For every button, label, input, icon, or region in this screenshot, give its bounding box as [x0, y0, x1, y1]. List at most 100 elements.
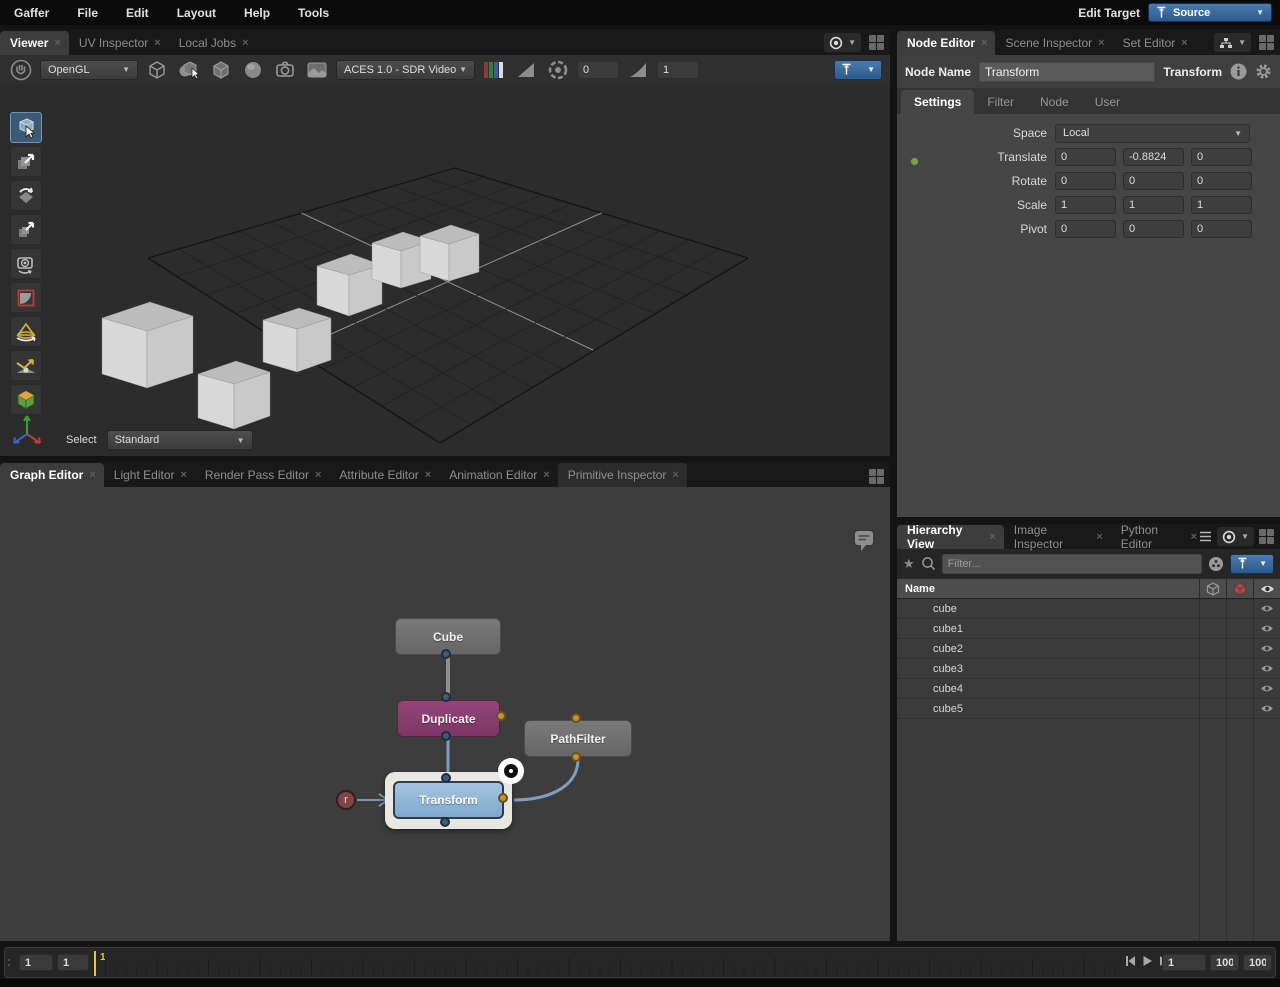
close-icon[interactable]: ×	[315, 469, 321, 481]
range-start-field[interactable]	[19, 954, 53, 971]
gear-icon[interactable]	[1255, 63, 1272, 80]
end-frame-field[interactable]	[1210, 954, 1239, 971]
layout-menu-icon[interactable]	[1259, 35, 1274, 50]
tab-primitive-inspector[interactable]: Primitive Inspector ×	[557, 463, 687, 487]
tab-hierarchy-view[interactable]: Hierarchy View ×	[897, 523, 1004, 551]
node-tree-menu-button[interactable]: ▼	[1214, 33, 1251, 52]
menu-edit[interactable]: Edit	[112, 6, 163, 20]
menu-help[interactable]: Help	[230, 6, 284, 20]
subtab-user[interactable]: User	[1082, 90, 1133, 114]
eye-icon[interactable]	[1253, 659, 1280, 678]
close-icon[interactable]: ×	[180, 469, 186, 481]
space-dropdown[interactable]: Local ▼	[1055, 123, 1250, 143]
name-column-header[interactable]: Name	[897, 579, 1199, 598]
tab-image-inspector[interactable]: Image Inspector ×	[1004, 523, 1111, 551]
translate-z-field[interactable]	[1191, 148, 1252, 166]
light-position-tool[interactable]	[10, 350, 42, 381]
close-icon[interactable]: ×	[54, 37, 60, 49]
port-duplicate-out[interactable]	[441, 731, 451, 741]
port-transform-out[interactable]	[440, 817, 450, 827]
close-icon[interactable]: ×	[89, 469, 95, 481]
subtab-settings[interactable]: Settings	[901, 90, 975, 114]
tab-node-editor[interactable]: Node Editor ×	[897, 31, 996, 55]
translate-x-field[interactable]	[1055, 148, 1116, 166]
rotate-x-field[interactable]	[1055, 172, 1116, 190]
sphere-icon[interactable]	[240, 58, 266, 82]
port-pathfilter-top[interactable]	[571, 713, 581, 723]
scene-settings-icon[interactable]	[1208, 556, 1224, 572]
node-transform[interactable]: Transform	[393, 781, 504, 819]
focus-menu-button[interactable]: ▼	[824, 33, 861, 52]
eye-icon[interactable]	[1253, 699, 1280, 718]
current-frame-field[interactable]	[57, 954, 89, 971]
close-icon[interactable]: ×	[543, 469, 549, 481]
renderer-dropdown[interactable]: OpenGL ▼	[40, 59, 138, 80]
frame-field[interactable]	[1162, 954, 1206, 971]
shaded-cube-icon[interactable]	[144, 58, 170, 82]
close-icon[interactable]: ×	[425, 469, 431, 481]
edit-target-dropdown[interactable]: Source ▼	[1148, 3, 1272, 22]
close-icon[interactable]: ×	[1191, 531, 1197, 543]
timeline-ruler[interactable]	[105, 952, 1117, 975]
port-transform-in[interactable]	[441, 773, 451, 783]
table-row-cube3[interactable]: cube3	[897, 659, 1280, 679]
menu-gaffer[interactable]: Gaffer	[0, 6, 63, 20]
eye-icon[interactable]	[1253, 619, 1280, 638]
tab-local-jobs[interactable]: Local Jobs ×	[169, 31, 257, 55]
port-duplicate-filter[interactable]	[496, 711, 506, 721]
tab-scene-inspector[interactable]: Scene Inspector ×	[995, 31, 1112, 55]
close-icon[interactable]: ×	[1096, 531, 1102, 543]
focus-menu-button[interactable]: ▼	[1217, 527, 1254, 546]
port-pathfilter-out[interactable]	[571, 752, 581, 762]
select-cube-icon[interactable]	[176, 58, 202, 82]
image-compare-icon[interactable]	[304, 58, 330, 82]
close-icon[interactable]: ×	[1098, 37, 1104, 49]
aperture-icon[interactable]	[545, 58, 571, 82]
close-icon[interactable]: ×	[154, 37, 160, 49]
layout-menu-icon[interactable]	[1259, 529, 1274, 544]
close-icon[interactable]: ×	[672, 469, 678, 481]
bookmark-star-icon[interactable]: ★	[903, 556, 915, 572]
table-row-cube[interactable]: cube	[897, 599, 1280, 619]
tab-uv-inspector[interactable]: UV Inspector ×	[69, 31, 169, 55]
rotate-z-field[interactable]	[1191, 172, 1252, 190]
eye-icon[interactable]	[1253, 639, 1280, 658]
light-cone-tool[interactable]	[10, 316, 42, 347]
scale-x-field[interactable]	[1055, 196, 1116, 214]
skip-start-icon[interactable]	[1125, 955, 1136, 967]
annotation-r-badge[interactable]: r	[336, 790, 356, 810]
drag-grip-icon[interactable]	[5, 959, 13, 966]
pivot-y-field[interactable]	[1123, 220, 1184, 238]
tab-render-pass-editor[interactable]: Render Pass Editor ×	[195, 463, 330, 487]
tab-light-editor[interactable]: Light Editor ×	[104, 463, 195, 487]
layout-menu-icon[interactable]	[869, 469, 884, 484]
tab-viewer[interactable]: Viewer ×	[0, 31, 69, 55]
close-icon[interactable]: ×	[989, 531, 995, 543]
camera-icon[interactable]	[272, 58, 298, 82]
tab-set-editor[interactable]: Set Editor ×	[1113, 31, 1196, 55]
gamma-field[interactable]	[657, 60, 699, 79]
table-row-cube2[interactable]: cube2	[897, 639, 1280, 659]
crop-window-tool[interactable]	[10, 282, 42, 313]
camera-tool[interactable]	[10, 248, 42, 279]
select-tool[interactable]	[10, 112, 42, 143]
layout-menu-icon[interactable]	[869, 35, 884, 50]
wireframe-cube-icon[interactable]	[208, 58, 234, 82]
subtab-filter[interactable]: Filter	[974, 90, 1027, 114]
rotate-y-field[interactable]	[1123, 172, 1184, 190]
exclusions-column-icon[interactable]	[1226, 579, 1253, 598]
focus-indicator-icon[interactable]	[498, 758, 524, 784]
scale-z-field[interactable]	[1191, 196, 1252, 214]
pivot-z-field[interactable]	[1191, 220, 1252, 238]
close-icon[interactable]: ×	[242, 37, 248, 49]
table-row-cube4[interactable]: cube4	[897, 679, 1280, 699]
filter-input[interactable]	[947, 557, 1196, 570]
range-end-field[interactable]	[1243, 954, 1272, 971]
tab-python-editor[interactable]: Python Editor ×	[1111, 523, 1199, 551]
hierarchy-pin-dropdown[interactable]: ▼	[1230, 553, 1274, 574]
graph-canvas[interactable]: Cube Duplicate PathFilter Transform r	[0, 487, 890, 941]
tab-animation-editor[interactable]: Animation Editor ×	[439, 463, 557, 487]
viewport-3d[interactable]: Select Standard ▼	[0, 84, 890, 456]
subtab-node[interactable]: Node	[1027, 90, 1082, 114]
playhead[interactable]	[94, 951, 96, 976]
